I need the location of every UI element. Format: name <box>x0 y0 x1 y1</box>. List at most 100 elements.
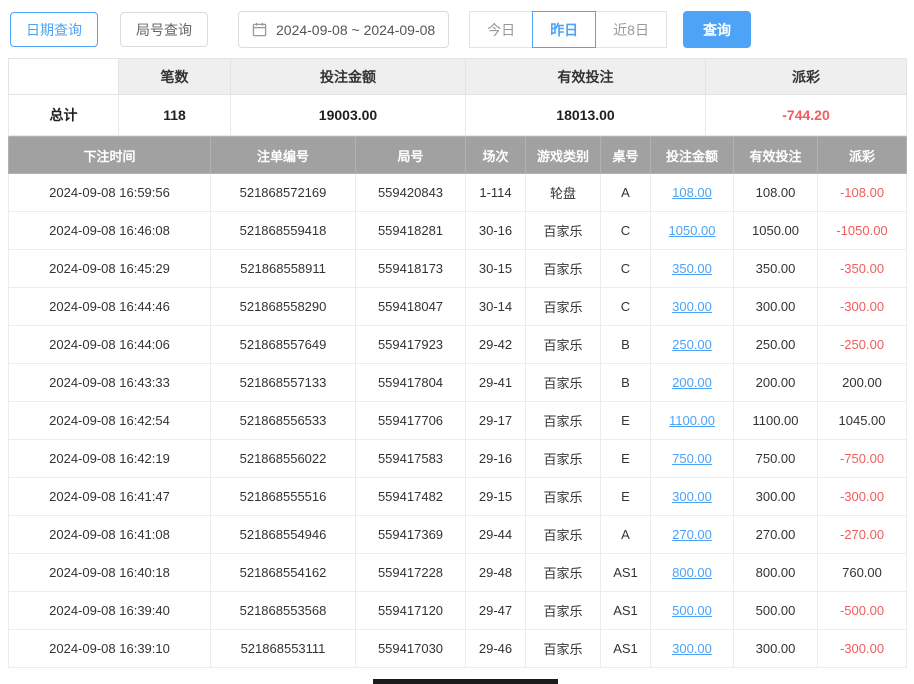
round-no: 559417482 <box>356 478 466 516</box>
bet-amount-link[interactable]: 270.00 <box>672 527 712 542</box>
header-valid-bet: 有效投注 <box>734 137 818 174</box>
session: 29-47 <box>466 592 526 630</box>
summary-header-blank <box>9 59 119 95</box>
session: 29-46 <box>466 630 526 668</box>
table-no: A <box>601 174 651 212</box>
bet-amount-link[interactable]: 108.00 <box>672 185 712 200</box>
game-type: 百家乐 <box>526 364 601 402</box>
bet-amount-link[interactable]: 1100.00 <box>669 413 715 428</box>
order-no: 521868559418 <box>211 212 356 250</box>
game-type: 百家乐 <box>526 516 601 554</box>
order-no: 521868572169 <box>211 174 356 212</box>
bet-amount-link[interactable]: 300.00 <box>672 641 712 656</box>
bet-amount-link[interactable]: 350.00 <box>672 261 712 276</box>
bet-amount-link[interactable]: 300.00 <box>672 489 712 504</box>
summary-bet-amount: 19003.00 <box>231 95 466 136</box>
table-row: 2024-09-08 16:44:06521868557649559417923… <box>9 326 907 364</box>
payout: -250.00 <box>818 326 907 364</box>
date-range-value: 2024-09-08 ~ 2024-09-08 <box>276 22 435 38</box>
order-no: 521868556533 <box>211 402 356 440</box>
table-no: C <box>601 288 651 326</box>
summary-payout: -744.20 <box>706 95 907 136</box>
round-no: 559418173 <box>356 250 466 288</box>
bet-amount-link[interactable]: 250.00 <box>672 337 712 352</box>
last8days-button[interactable]: 近8日 <box>595 11 667 48</box>
summary-header-count: 笔数 <box>119 59 231 95</box>
order-no: 521868558911 <box>211 250 356 288</box>
round-query-tab-button[interactable]: 局号查询 <box>120 12 208 47</box>
header-session: 场次 <box>466 137 526 174</box>
payout: 1045.00 <box>818 402 907 440</box>
table-header-row: 下注时间 注单编号 局号 场次 游戏类别 桌号 投注金额 有效投注 派彩 <box>9 137 907 174</box>
search-button[interactable]: 查询 <box>683 11 751 48</box>
table-no: C <box>601 250 651 288</box>
game-type: 轮盘 <box>526 174 601 212</box>
table-no: C <box>601 212 651 250</box>
session: 29-16 <box>466 440 526 478</box>
date-range-input[interactable]: 2024-09-08 ~ 2024-09-08 <box>238 11 449 48</box>
session: 29-17 <box>466 402 526 440</box>
valid-bet: 300.00 <box>734 630 818 668</box>
order-no: 521868558290 <box>211 288 356 326</box>
game-type: 百家乐 <box>526 326 601 364</box>
table-row: 2024-09-08 16:59:56521868572169559420843… <box>9 174 907 212</box>
bet-amount-link[interactable]: 800.00 <box>672 565 712 580</box>
valid-bet: 350.00 <box>734 250 818 288</box>
table-row: 2024-09-08 16:40:18521868554162559417228… <box>9 554 907 592</box>
table-no: E <box>601 478 651 516</box>
table-row: 2024-09-08 16:41:08521868554946559417369… <box>9 516 907 554</box>
order-no: 521868554162 <box>211 554 356 592</box>
game-type: 百家乐 <box>526 554 601 592</box>
payout: -300.00 <box>818 478 907 516</box>
order-no: 521868557133 <box>211 364 356 402</box>
date-query-tab-button[interactable]: 日期查询 <box>10 12 98 47</box>
payout: -350.00 <box>818 250 907 288</box>
valid-bet: 500.00 <box>734 592 818 630</box>
header-payout: 派彩 <box>818 137 907 174</box>
valid-bet: 270.00 <box>734 516 818 554</box>
bet-time: 2024-09-08 16:41:47 <box>9 478 211 516</box>
bet-amount-link[interactable]: 300.00 <box>672 299 712 314</box>
table-no: AS1 <box>601 630 651 668</box>
header-bet-time: 下注时间 <box>9 137 211 174</box>
table-row: 2024-09-08 16:39:10521868553111559417030… <box>9 630 907 668</box>
bet-amount-link[interactable]: 750.00 <box>672 451 712 466</box>
round-no: 559420843 <box>356 174 466 212</box>
valid-bet: 1100.00 <box>734 402 818 440</box>
round-no: 559418047 <box>356 288 466 326</box>
summary-valid-bet: 18013.00 <box>466 95 706 136</box>
table-row: 2024-09-08 16:43:33521868557133559417804… <box>9 364 907 402</box>
query-toolbar: 日期查询 局号查询 2024-09-08 ~ 2024-09-08 今日 昨日 … <box>0 0 914 58</box>
summary-total-row: 总计 118 19003.00 18013.00 -744.20 <box>9 95 907 136</box>
bet-time: 2024-09-08 16:44:46 <box>9 288 211 326</box>
bet-amount-link[interactable]: 1050.00 <box>669 223 716 238</box>
bet-time: 2024-09-08 16:59:56 <box>9 174 211 212</box>
payout: -750.00 <box>818 440 907 478</box>
game-type: 百家乐 <box>526 402 601 440</box>
header-table-no: 桌号 <box>601 137 651 174</box>
game-type: 百家乐 <box>526 250 601 288</box>
session: 30-15 <box>466 250 526 288</box>
bet-time: 2024-09-08 16:42:54 <box>9 402 211 440</box>
game-type: 百家乐 <box>526 288 601 326</box>
game-type: 百家乐 <box>526 478 601 516</box>
yesterday-button[interactable]: 昨日 <box>532 11 596 48</box>
summary-count: 118 <box>119 95 231 136</box>
session: 29-42 <box>466 326 526 364</box>
payout: 760.00 <box>818 554 907 592</box>
game-type: 百家乐 <box>526 440 601 478</box>
table-no: B <box>601 364 651 402</box>
today-button[interactable]: 今日 <box>469 11 533 48</box>
order-no: 521868553111 <box>211 630 356 668</box>
summary-header-valid: 有效投注 <box>466 59 706 95</box>
bet-amount-link[interactable]: 200.00 <box>672 375 712 390</box>
table-row: 2024-09-08 16:41:47521868555516559417482… <box>9 478 907 516</box>
summary-table: 笔数 投注金额 有效投注 派彩 总计 118 19003.00 18013.00… <box>8 58 907 136</box>
bet-time: 2024-09-08 16:43:33 <box>9 364 211 402</box>
header-bet-amount: 投注金额 <box>651 137 734 174</box>
valid-bet: 750.00 <box>734 440 818 478</box>
bet-amount-link[interactable]: 500.00 <box>672 603 712 618</box>
table-no: E <box>601 440 651 478</box>
session: 29-44 <box>466 516 526 554</box>
payout: -300.00 <box>818 630 907 668</box>
